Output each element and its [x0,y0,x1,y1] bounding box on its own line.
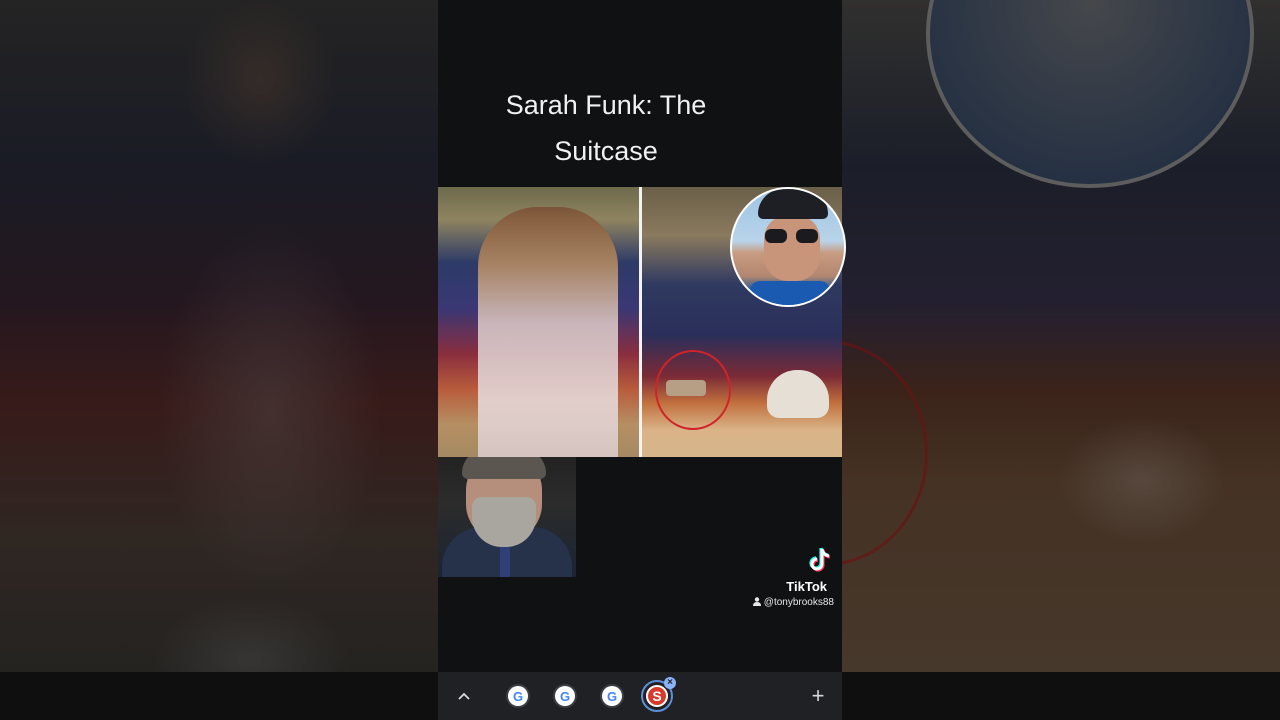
blurred-background-right [842,0,1280,672]
person-icon [752,597,761,609]
google-app-button-2[interactable]: G [553,684,577,708]
crouching-figure [767,370,829,418]
google-app-button-3[interactable]: G [600,684,624,708]
google-icon: G [602,686,622,706]
google-icon: G [508,686,528,706]
video-title-line-2: Suitcase [554,136,658,166]
tiktok-handle: @tonybrooks88 [714,597,834,609]
close-icon[interactable]: × [664,677,676,689]
blurred-background-left [0,0,438,672]
highlight-circle [655,350,731,430]
taskbar: G G G S × + [438,672,842,720]
webcam-overlay [438,457,576,577]
bottom-bar-left [0,672,438,720]
officer-portrait [730,187,846,307]
bottom-bar-right [842,672,1280,720]
google-icon: G [555,686,575,706]
video-title: Sarah Funk: The Suitcase [456,82,756,174]
video-frame[interactable]: Sarah Funk: The Suitcase TikTok @tonybro… [438,0,846,672]
tiktok-handle-text: @tonybrooks88 [763,597,834,608]
video-title-line-1: Sarah Funk: The [505,90,707,120]
tiktok-brand: TikTok [786,579,827,594]
add-app-button[interactable]: + [806,684,830,708]
s-app-icon: S [646,685,668,707]
google-app-button-1[interactable]: G [506,684,530,708]
chevron-up-icon[interactable] [452,684,476,708]
tiktok-logo-icon [808,546,834,574]
tiktok-watermark: TikTok @tonybrooks88 [714,546,834,609]
woman-photo [438,187,639,457]
